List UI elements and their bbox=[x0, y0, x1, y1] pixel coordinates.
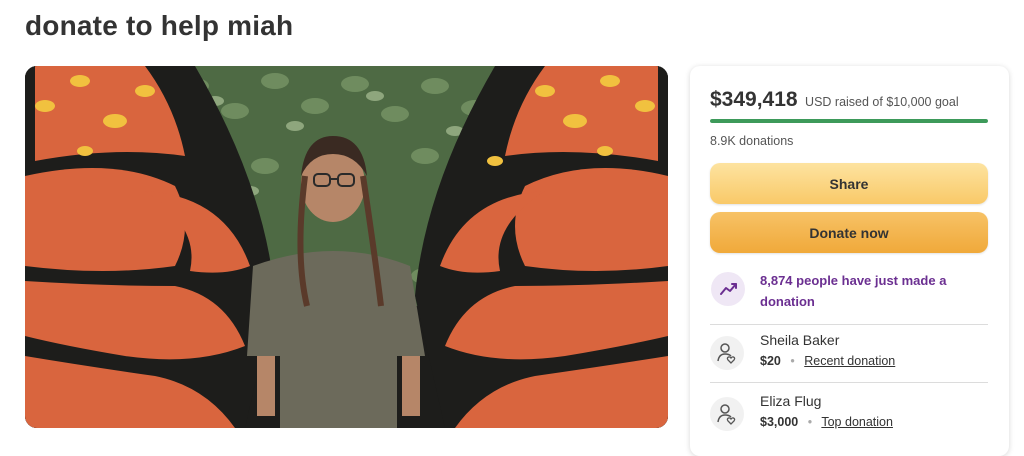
donor-heart-icon bbox=[710, 397, 744, 431]
donor-heart-icon bbox=[710, 336, 744, 370]
donation-meta: $20 • Recent donation bbox=[760, 354, 895, 368]
donation-card: $349,418 USD raised of $10,000 goal 8.9K… bbox=[690, 66, 1009, 456]
donation-amount: $20 bbox=[760, 354, 781, 368]
trending-up-icon bbox=[711, 272, 745, 306]
progress-bar-fill bbox=[710, 119, 988, 123]
page-title: donate to help miah bbox=[25, 10, 294, 41]
recent-activity: 8,874 people have just made a donation bbox=[710, 268, 988, 312]
goal-text: USD raised of $10,000 goal bbox=[805, 95, 959, 109]
recent-activity-text: 8,874 people have just made a donation bbox=[760, 273, 947, 309]
divider bbox=[710, 382, 988, 383]
share-button[interactable]: Share bbox=[710, 163, 988, 204]
separator-dot: • bbox=[790, 354, 795, 368]
donations-count: 8.9K donations bbox=[710, 134, 794, 148]
donation-amount: $3,000 bbox=[760, 415, 799, 429]
amount-raised-value: $349,418 bbox=[710, 88, 798, 111]
separator-dot: • bbox=[807, 415, 813, 429]
recent-donation-link[interactable]: Recent donation bbox=[804, 354, 895, 368]
donation-item: Sheila Baker $20 • Recent donation bbox=[710, 332, 988, 376]
divider bbox=[710, 324, 988, 325]
donation-meta: $3,000 • Top donation bbox=[760, 415, 893, 429]
donate-now-button[interactable]: Donate now bbox=[710, 212, 988, 253]
donation-item: Eliza Flug $3,000 • Top donation bbox=[710, 393, 988, 437]
amount-raised: $349,418 USD raised of $10,000 goal bbox=[710, 88, 959, 112]
progress-bar bbox=[710, 119, 988, 123]
hero-image bbox=[25, 66, 668, 428]
donor-name: Eliza Flug bbox=[760, 393, 822, 409]
top-donation-link[interactable]: Top donation bbox=[821, 415, 893, 429]
donor-name: Sheila Baker bbox=[760, 332, 840, 348]
